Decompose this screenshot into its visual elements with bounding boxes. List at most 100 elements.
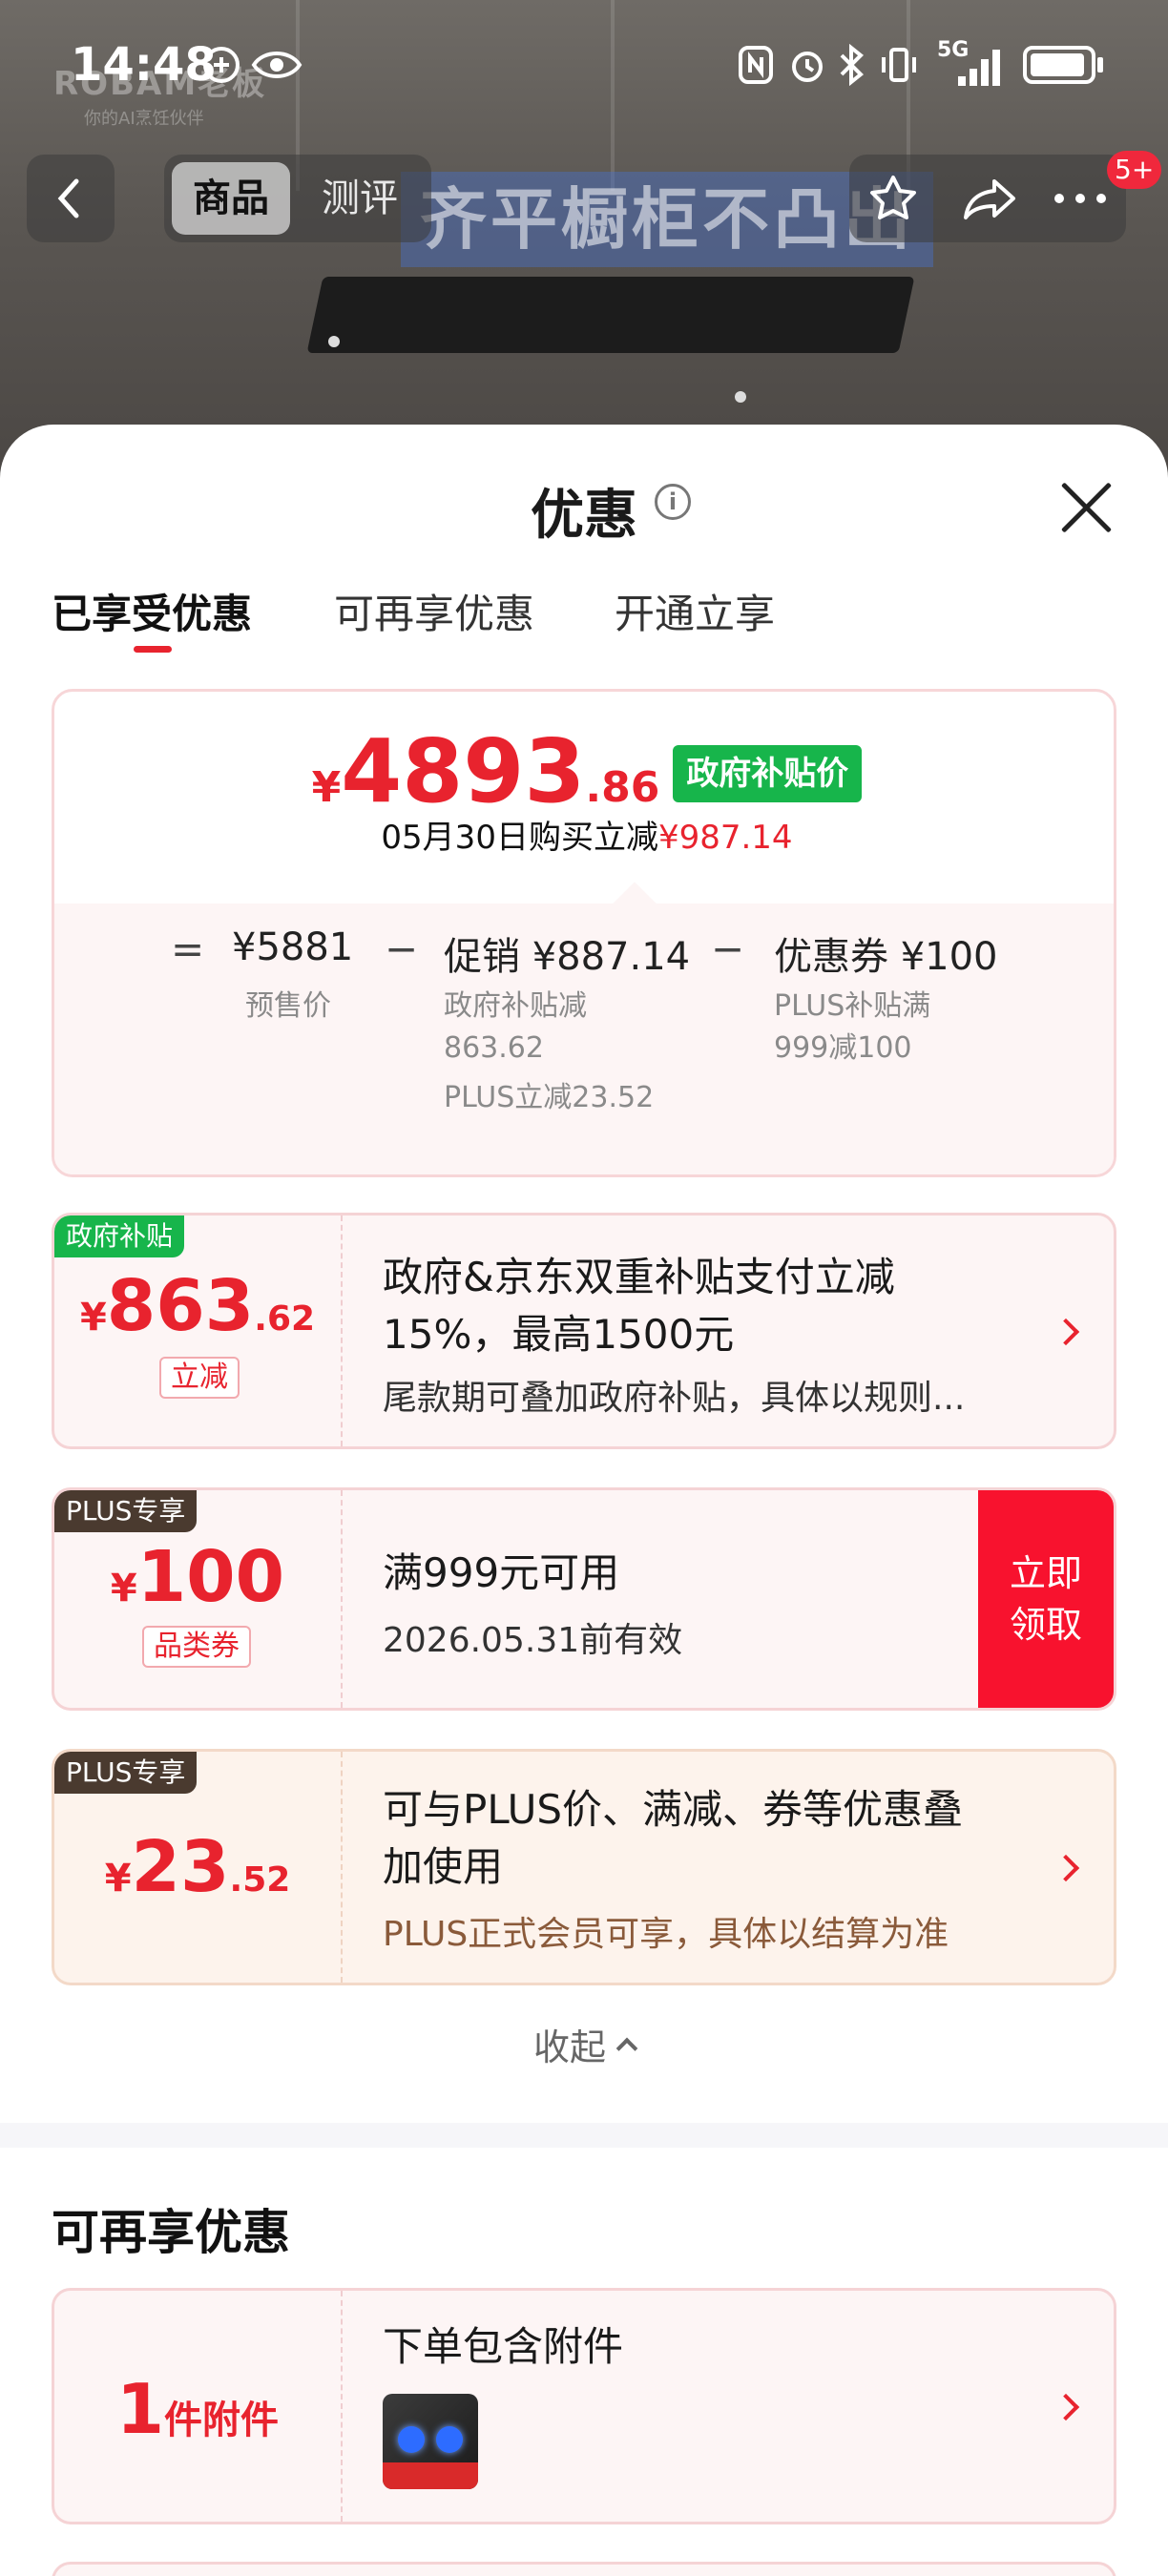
accessory-count-unit: 件附件 xyxy=(164,2399,280,2442)
range-hood-image xyxy=(306,277,915,353)
coupon-divider xyxy=(341,1752,343,1983)
coupon-sub-threshold: 999减100 xyxy=(774,1031,912,1065)
share-icon[interactable] xyxy=(962,172,1019,225)
chevron-right-icon xyxy=(1052,1854,1080,1882)
gov-subsidy-coupon[interactable]: 政府补贴 ¥863.62 立减 政府&京东双重补贴支付立减 15%，最高1500… xyxy=(52,1213,1116,1449)
cabinet-line xyxy=(611,0,615,191)
message-badge: 5+ xyxy=(1107,151,1162,189)
bluetooth-icon xyxy=(840,44,864,86)
presale-price-value: ¥5881 xyxy=(232,925,354,969)
coupon-amount-int: 23 xyxy=(131,1826,230,1908)
active-tab-indicator xyxy=(134,646,172,653)
plus-category-coupon: PLUS专享 ¥100 品类券 满999元可用 2026.05.31前有效 立即… xyxy=(52,1487,1116,1711)
coupon-threshold: 满999元可用 xyxy=(383,1549,620,1596)
coupon-amount-int: 863 xyxy=(106,1265,255,1347)
coupon-validity: 2026.05.31前有效 xyxy=(383,1621,683,1660)
tab-more-discounts[interactable]: 可再享优惠 xyxy=(334,582,534,640)
burner-graphic xyxy=(398,2426,425,2453)
accessory-card[interactable]: 1件附件 下单包含附件 xyxy=(52,2288,1116,2524)
claim-coupon-button[interactable]: 立即 领取 xyxy=(978,1490,1114,1708)
tab-product[interactable]: 商品 xyxy=(172,162,290,235)
info-icon[interactable]: i xyxy=(655,484,691,520)
coupon-amount-dec: .62 xyxy=(254,1299,316,1339)
vibrate-icon xyxy=(882,48,916,82)
accessory-title: 下单包含附件 xyxy=(383,2323,624,2370)
coupon-title-line1: 政府&京东双重补贴支付立减 xyxy=(383,1254,895,1300)
price-decimal: .86 xyxy=(585,763,660,812)
accessory-thumbnail xyxy=(383,2394,478,2489)
minus-sign: − xyxy=(385,925,419,972)
coupon-title-line1: 可与PLUS价、满减、券等优惠叠 xyxy=(383,1786,964,1833)
hotspot-dot xyxy=(735,391,746,403)
minus-sign: − xyxy=(711,925,745,972)
plus-instant-discount[interactable]: PLUS专享 ¥23.52 可与PLUS价、满减、券等优惠叠 加使用 PLUS正… xyxy=(52,1749,1116,1985)
section-divider xyxy=(0,2123,1168,2148)
chevron-right-icon xyxy=(1052,2393,1080,2421)
discount-tabs: 已享受优惠 可再享优惠 开通立享 xyxy=(0,582,1168,658)
sheet-title: 优惠 xyxy=(531,485,637,547)
accessory-count-number: 1 xyxy=(115,2369,165,2449)
coupon-title-line2: 加使用 xyxy=(383,1843,504,1890)
star-icon[interactable] xyxy=(866,172,920,225)
claim-label-1: 立即 xyxy=(1009,1552,1082,1594)
battery-cap xyxy=(1097,57,1103,73)
coupon-sub-plus: PLUS补贴满 xyxy=(774,989,931,1023)
next-discount-card[interactable] xyxy=(52,2562,1116,2576)
gov-subsidy-price-badge: 政府补贴价 xyxy=(673,745,863,802)
savings-text: 05月30日购买立减 xyxy=(381,819,658,857)
accessory-count: 1件附件 xyxy=(54,2369,341,2449)
brand-tagline: 你的AI烹饪伙伴 xyxy=(84,109,204,129)
savings-amount: ¥987.14 xyxy=(657,819,793,857)
status-bar: 14:48 5G xyxy=(0,38,1168,95)
price-currency: ¥ xyxy=(311,763,342,812)
coupon-divider xyxy=(341,1215,343,1446)
more-discounts-title: 可再享优惠 xyxy=(52,2205,290,2260)
coupon-amount: ¥100 xyxy=(54,1536,341,1618)
hotspot-dot xyxy=(328,336,340,347)
close-button[interactable] xyxy=(1057,474,1118,535)
coupon-description: 尾款期可叠加政府补贴，具体以规则... xyxy=(383,1379,966,1418)
burner-graphic xyxy=(436,2426,463,2453)
back-button[interactable] xyxy=(27,155,115,242)
eye-icon xyxy=(251,52,302,78)
coupon-tag: PLUS专享 xyxy=(54,1490,198,1532)
coupon-tag: PLUS专享 xyxy=(54,1752,198,1794)
chevron-right-icon xyxy=(1052,1318,1080,1346)
chevron-up-icon xyxy=(615,2037,638,2060)
coupon-amount-int: 100 xyxy=(136,1536,285,1618)
coupon-amount: ¥23.52 xyxy=(54,1826,341,1908)
coupon-tag: 政府补贴 xyxy=(54,1215,185,1257)
claim-label-2: 领取 xyxy=(1009,1604,1082,1646)
price-breakdown-card: ¥4893.86 政府补贴价 05月30日购买立减¥987.14 = ¥5881 … xyxy=(52,689,1116,1177)
nfc-icon xyxy=(739,46,773,84)
thumbnail-price-strip xyxy=(383,2462,478,2489)
coupon-divider xyxy=(341,1490,343,1708)
more-icon[interactable] xyxy=(1050,183,1111,214)
alarm-icon xyxy=(792,52,823,82)
tab-enjoyed-discounts[interactable]: 已享受优惠 xyxy=(52,582,252,640)
purchase-savings-line: 05月30日购买立减¥987.14 xyxy=(54,811,1114,858)
presale-price-label: 预售价 xyxy=(245,989,331,1023)
promo-sub-plus: PLUS立减23.52 xyxy=(444,1081,655,1114)
promo-sub-gov: 政府补贴减 xyxy=(444,989,587,1023)
final-price: ¥4893.86 政府补贴价 xyxy=(54,720,1114,822)
instant-discount-tag: 立减 xyxy=(159,1357,240,1399)
promo-value: 促销 ¥887.14 xyxy=(444,935,691,979)
coupon-currency: ¥ xyxy=(79,1296,107,1340)
price-integer: 4893 xyxy=(341,720,586,822)
coupon-description: PLUS正式会员可享，具体以结算为准 xyxy=(383,1915,949,1954)
signal-icon xyxy=(958,50,1000,86)
category-coupon-tag: 品类券 xyxy=(142,1626,251,1668)
coupon-title-line2: 15%，最高1500元 xyxy=(383,1311,735,1358)
data-saver-icon xyxy=(203,47,240,83)
tab-review[interactable]: 测评 xyxy=(298,162,422,235)
collapse-label: 收起 xyxy=(532,2026,606,2068)
discount-sheet: 优惠 i 已享受优惠 可再享优惠 开通立享 ¥4893.86 政府补贴价 05月3… xyxy=(0,425,1168,2576)
coupon-amount-dec: .52 xyxy=(229,1860,291,1900)
equals-sign: = xyxy=(171,925,205,972)
coupon-currency: ¥ xyxy=(104,1857,132,1901)
tab-activate-discounts[interactable]: 开通立享 xyxy=(615,582,775,640)
coupon-amount: ¥863.62 xyxy=(54,1265,341,1347)
status-time: 14:48 xyxy=(71,38,217,92)
collapse-button[interactable]: 收起 xyxy=(0,2018,1168,2070)
